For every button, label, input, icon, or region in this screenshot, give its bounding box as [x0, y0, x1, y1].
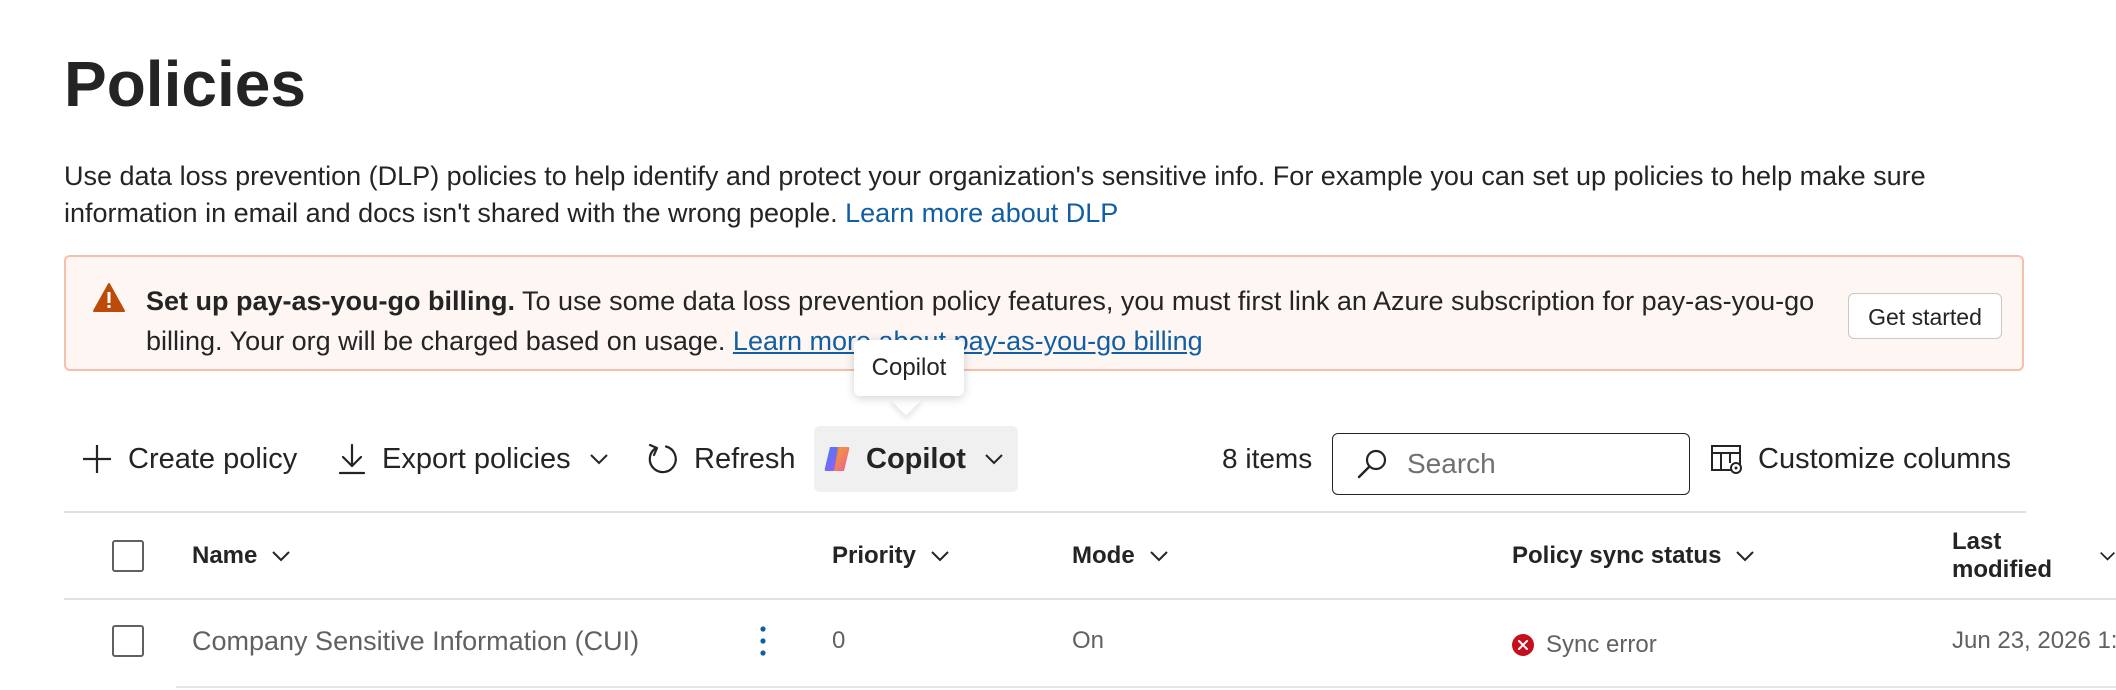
toolbar-divider	[64, 511, 2026, 513]
column-header-priority[interactable]: Priority	[832, 520, 950, 592]
column-header-label: Mode	[1072, 542, 1135, 569]
chevron-down-icon	[1736, 551, 1755, 562]
search-input[interactable]	[1405, 447, 1679, 481]
create-policy-button[interactable]: Create policy	[80, 426, 297, 492]
column-header-name[interactable]: Name	[192, 520, 291, 592]
billing-learn-more-link[interactable]: Learn more about pay-as-you-go billing	[733, 326, 1203, 356]
sync-status-text: Sync error	[1546, 631, 1657, 658]
learn-more-dlp-link[interactable]: Learn more about DLP	[845, 198, 1118, 228]
search-icon	[1357, 449, 1387, 479]
policy-mode: On	[1072, 627, 1105, 654]
column-header-mode[interactable]: Mode	[1072, 520, 1169, 592]
copilot-label: Copilot	[866, 442, 966, 475]
items-count: 8 items	[1222, 443, 1313, 474]
policy-sync-status: Sync error	[1512, 614, 1657, 676]
row-checkbox[interactable]	[112, 610, 144, 672]
checkbox-box	[112, 625, 144, 657]
billing-warning-banner: Set up pay-as-you-go billing. To use som…	[64, 255, 2024, 371]
policy-priority: 0	[832, 627, 846, 654]
customize-columns-button[interactable]: Customize columns	[1710, 426, 2011, 492]
header-divider	[64, 598, 2116, 600]
copilot-tooltip: Copilot	[854, 340, 964, 396]
export-policies-button[interactable]: Export policies	[336, 426, 609, 492]
chevron-down-icon	[985, 454, 1003, 465]
refresh-icon	[648, 443, 677, 474]
copilot-button[interactable]: Copilot	[814, 426, 1018, 492]
copilot-icon	[824, 447, 850, 471]
column-header-sync-status[interactable]: Policy sync status	[1512, 520, 1755, 592]
customize-columns-label: Customize columns	[1758, 442, 2012, 475]
get-started-button[interactable]: Get started	[1848, 293, 2002, 339]
export-policies-label: Export policies	[382, 442, 571, 475]
column-header-label: Priority	[832, 542, 917, 569]
select-all-checkbox[interactable]	[112, 520, 144, 592]
column-header-label: Name	[192, 542, 258, 569]
banner-title: Set up pay-as-you-go billing.	[146, 286, 516, 316]
download-icon	[338, 443, 366, 475]
page-title: Policies	[64, 48, 306, 120]
chevron-down-icon	[272, 551, 291, 562]
policy-last-modified: Jun 23, 2026 1:2	[1952, 627, 2116, 654]
column-header-label: Policy sync status	[1512, 542, 1722, 569]
row-divider	[176, 686, 2116, 688]
refresh-button[interactable]: Refresh	[646, 426, 796, 492]
chevron-down-icon	[2100, 551, 2115, 561]
chevron-down-icon	[931, 551, 949, 562]
more-actions-button[interactable]	[748, 610, 778, 672]
create-policy-label: Create policy	[128, 442, 298, 475]
checkbox-box	[112, 540, 144, 572]
column-header-last-modified[interactable]: Last modified	[1952, 520, 2116, 592]
page-description: Use data loss prevention (DLP) policies …	[64, 158, 2044, 232]
chevron-down-icon	[1149, 551, 1168, 562]
customize-columns-icon	[1711, 445, 1742, 474]
plus-icon	[83, 445, 111, 473]
warning-icon	[92, 281, 126, 315]
error-icon	[1512, 634, 1534, 656]
banner-message: Set up pay-as-you-go billing. To use som…	[146, 281, 1846, 361]
column-header-label: Last modified	[1952, 528, 2052, 583]
refresh-label: Refresh	[694, 442, 796, 475]
more-vertical-icon	[760, 626, 766, 656]
chevron-down-icon	[589, 454, 608, 465]
policy-name-link[interactable]: Company Sensitive Information (CUI)	[192, 610, 639, 672]
search-box[interactable]	[1332, 433, 1690, 495]
